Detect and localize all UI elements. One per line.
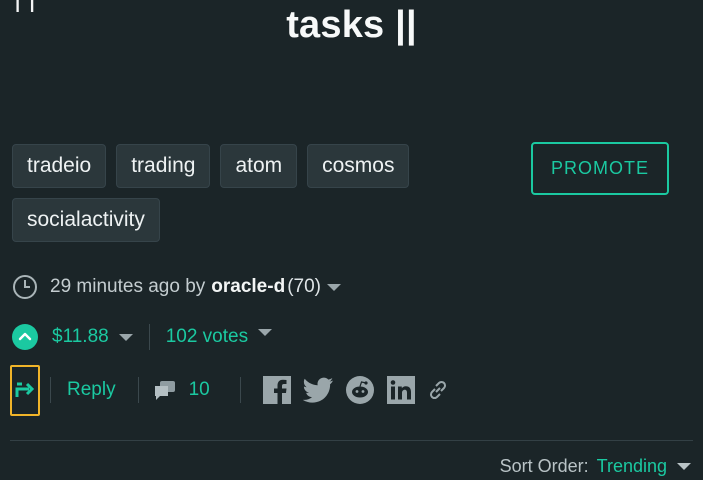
facebook-icon[interactable] xyxy=(262,376,291,404)
sort-value[interactable]: Trending xyxy=(597,456,667,477)
tag-cosmos[interactable]: cosmos xyxy=(307,144,410,188)
reply-link[interactable]: Reply xyxy=(67,379,116,401)
action-row: Reply 10 xyxy=(10,364,449,416)
vote-row: $11.88 102 votes xyxy=(12,322,273,352)
author-link[interactable]: oracle-d xyxy=(211,276,285,298)
time-ago: 29 minutes ago by xyxy=(50,276,206,297)
reddit-icon[interactable] xyxy=(345,375,375,405)
tag-socialactivity[interactable]: socialactivity xyxy=(12,198,160,242)
clock-icon xyxy=(12,274,38,300)
author-menu-caret-icon[interactable] xyxy=(326,283,341,291)
twitter-icon[interactable] xyxy=(302,377,333,403)
author-reputation: (70) xyxy=(287,276,321,297)
sort-caret-icon[interactable] xyxy=(677,463,691,470)
upvote-icon[interactable] xyxy=(12,324,38,350)
tag-list: tradeio trading atom cosmos socialactivi… xyxy=(12,144,432,242)
link-icon[interactable] xyxy=(427,379,449,401)
comments-link[interactable]: 10 xyxy=(153,379,210,401)
tag-trading[interactable]: trading xyxy=(116,144,211,188)
sort-order[interactable]: Sort Order: Trending xyxy=(500,456,691,477)
share-icons xyxy=(262,375,449,405)
linkedin-icon[interactable] xyxy=(386,376,415,404)
comments-icon xyxy=(154,381,175,400)
action-divider-2 xyxy=(137,377,139,403)
votes-count[interactable]: 102 votes xyxy=(166,326,248,348)
section-divider xyxy=(10,440,693,441)
vote-divider xyxy=(148,324,150,350)
action-divider-1 xyxy=(50,377,51,403)
tag-tradeio[interactable]: tradeio xyxy=(12,144,107,188)
votes-caret-icon[interactable] xyxy=(258,328,273,336)
tag-atom[interactable]: atom xyxy=(220,144,298,188)
payout-caret-icon[interactable] xyxy=(118,333,133,341)
payout-value[interactable]: $11.88 xyxy=(52,326,109,348)
comment-count: 10 xyxy=(188,379,210,400)
sort-label: Sort Order: xyxy=(499,456,589,476)
action-divider-3 xyxy=(239,377,241,403)
reblog-icon[interactable] xyxy=(10,364,40,416)
post-title: tasks || xyxy=(286,4,417,46)
promote-button[interactable]: PROMOTE xyxy=(531,142,669,195)
post-meta: 29 minutes ago by oracle-d (70) xyxy=(12,272,341,302)
